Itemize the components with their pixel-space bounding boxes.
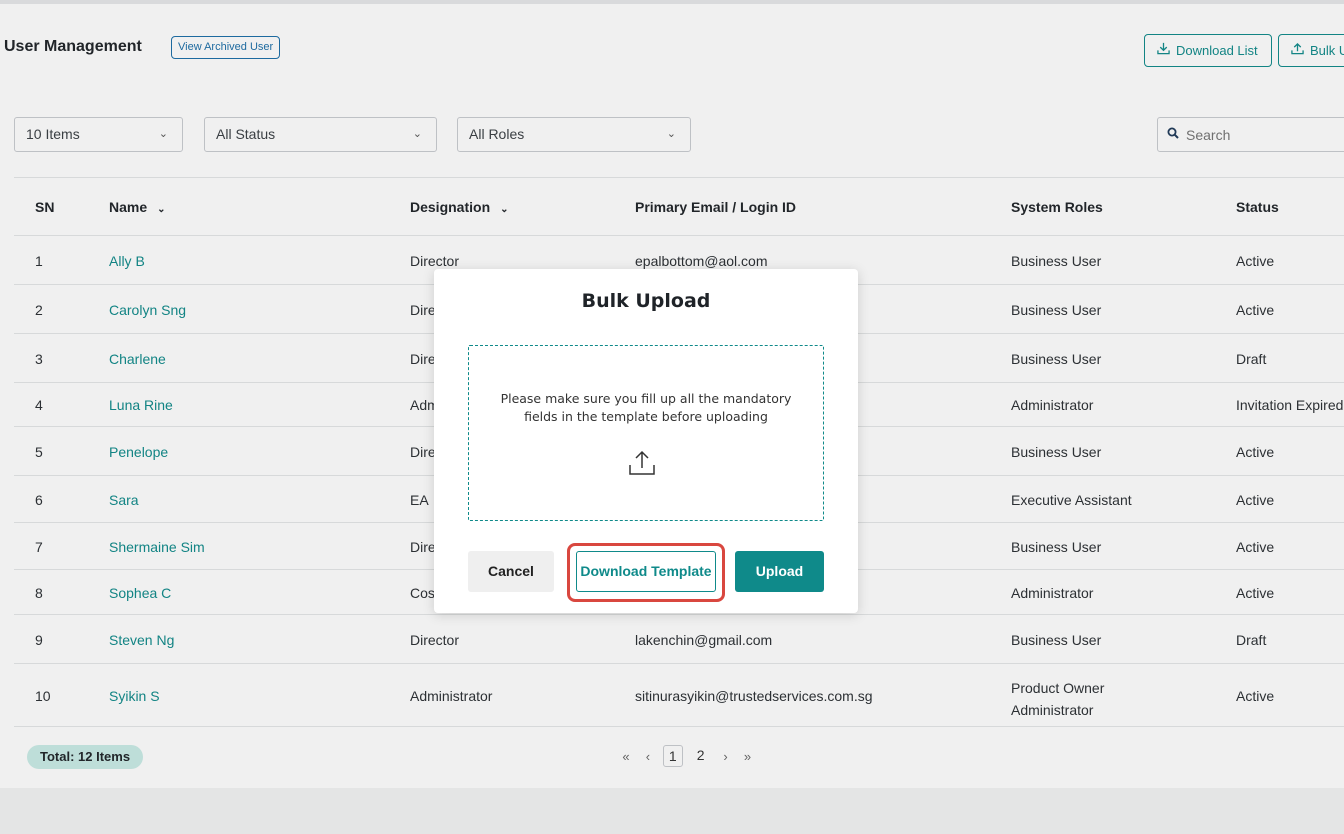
dropzone-instructions: Please make sure you fill up all the man…: [469, 390, 823, 426]
cancel-button[interactable]: Cancel: [468, 551, 554, 592]
dialog-title: Bulk Upload: [581, 290, 711, 312]
instructions-line-1: Please make sure you fill up all the man…: [500, 391, 792, 406]
bulk-upload-dialog: Bulk Upload Please make sure you fill up…: [434, 269, 858, 613]
instructions-line-2: fields in the template before uploading: [524, 409, 768, 424]
upload-button[interactable]: Upload: [735, 551, 824, 592]
download-template-button[interactable]: Download Template: [576, 551, 716, 592]
file-dropzone[interactable]: Please make sure you fill up all the man…: [468, 345, 824, 521]
upload-icon: [629, 450, 655, 475]
